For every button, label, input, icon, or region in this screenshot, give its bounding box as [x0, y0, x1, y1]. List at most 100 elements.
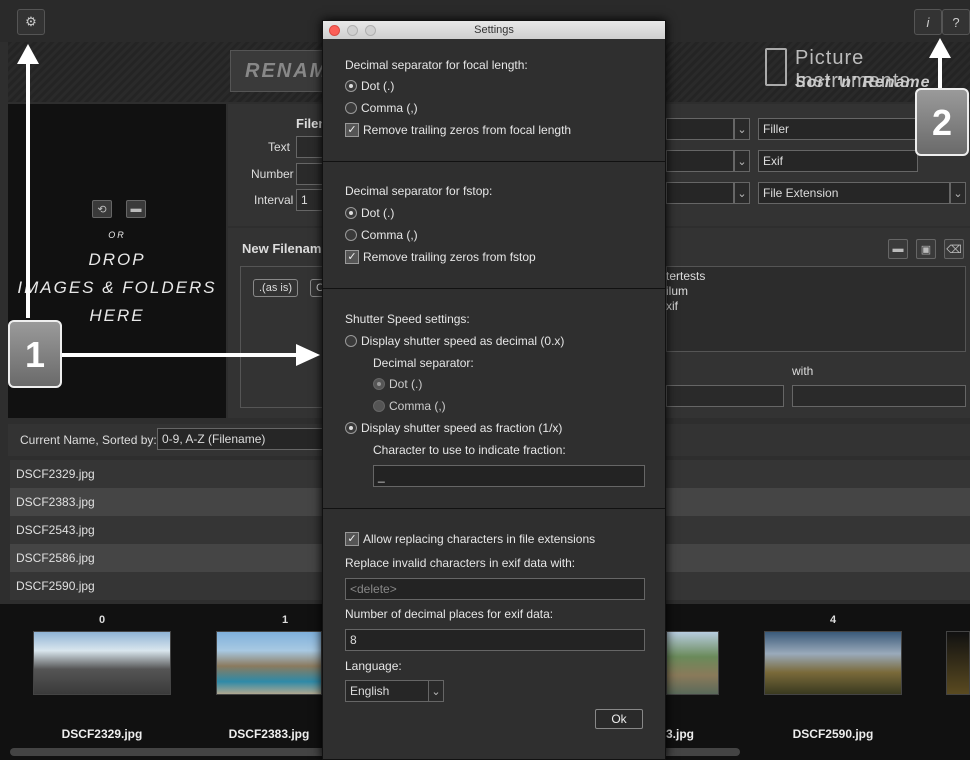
- focal-heading: Decimal separator for focal length:: [345, 58, 528, 72]
- thumbnail-image[interactable]: [764, 631, 902, 695]
- fstop-comma-option[interactable]: Comma (,): [345, 228, 418, 242]
- callout-1: 1: [8, 320, 62, 388]
- arrowhead-up-icon: [17, 44, 39, 64]
- thumb-filename: DSCF2383.jpg: [228, 727, 310, 741]
- decimals-label: Number of decimal places for exif data:: [345, 607, 554, 621]
- refresh-icon[interactable]: ⟲: [92, 200, 112, 218]
- save-icon[interactable]: ▣: [916, 239, 936, 259]
- logo-subtitle: Sort 'n' Rename: [795, 74, 931, 91]
- fstop-dot-option[interactable]: Dot (.): [345, 206, 394, 220]
- combo-file-extension[interactable]: File Extension: [758, 182, 950, 204]
- thumb-filename: DSCF2329.jpg: [61, 727, 143, 741]
- with-label: with: [792, 364, 814, 378]
- replace-label: Replace invalid characters in exif data …: [345, 556, 576, 570]
- radio-icon[interactable]: [373, 400, 385, 412]
- chevron-down-icon[interactable]: ⌄: [734, 182, 750, 204]
- text-label: Text: [268, 140, 291, 154]
- radio-icon[interactable]: [345, 229, 357, 241]
- settings-dialog: Settings Decimal separator for focal len…: [322, 20, 666, 760]
- callout-2: 2: [915, 88, 969, 156]
- minimize-icon[interactable]: [347, 25, 358, 36]
- zoom-icon[interactable]: [365, 25, 376, 36]
- preview-line: tertests: [666, 269, 706, 283]
- thumb-filename: 3.jpg: [666, 727, 695, 741]
- thumb-filename: DSCF2590.jpg: [792, 727, 874, 741]
- divider: [323, 161, 665, 162]
- combo-1[interactable]: [666, 118, 734, 140]
- shutter-fraction-option[interactable]: Display shutter speed as fraction (1/x): [345, 421, 562, 435]
- thumbnail-image[interactable]: [216, 631, 322, 695]
- checkmark-icon[interactable]: ✓: [345, 123, 359, 137]
- combo-3[interactable]: [666, 182, 734, 204]
- combo-filler[interactable]: Filler: [758, 118, 918, 140]
- fstop-trim-checkbox[interactable]: ✓ Remove trailing zeros from fstop: [345, 250, 536, 264]
- folder-icon[interactable]: ▬: [126, 200, 146, 218]
- preview-line: xif: [666, 299, 678, 313]
- token-as-is[interactable]: .(as is): [253, 279, 298, 297]
- shutter-dot-label: Dot (.): [389, 377, 423, 391]
- focal-trim-label: Remove trailing zeros from focal length: [363, 123, 572, 137]
- radio-icon[interactable]: [345, 102, 357, 114]
- focal-comma-option[interactable]: Comma (,): [345, 101, 418, 115]
- checkmark-icon[interactable]: ✓: [345, 532, 359, 546]
- shutter-decimal-option[interactable]: Display shutter speed as decimal (0.x): [345, 334, 564, 348]
- language-label: Language:: [345, 659, 402, 673]
- shutter-heading: Shutter Speed settings:: [345, 312, 470, 326]
- dialog-title: Settings: [474, 24, 514, 36]
- drop-or: OR: [108, 230, 126, 240]
- chevron-down-icon[interactable]: ⌄: [428, 680, 444, 702]
- shutter-comma-option[interactable]: Comma (,): [373, 399, 446, 413]
- radio-icon[interactable]: [345, 422, 357, 434]
- rename-tab[interactable]: RENAME: [230, 50, 342, 92]
- ok-button[interactable]: Ok: [595, 709, 643, 729]
- focal-dot-label: Dot (.): [361, 79, 395, 93]
- radio-icon[interactable]: [345, 80, 357, 92]
- radio-icon[interactable]: [345, 335, 357, 347]
- preview-line: ilum: [666, 284, 689, 298]
- close-icon[interactable]: [329, 25, 340, 36]
- combo-2[interactable]: [666, 150, 734, 172]
- settings-button[interactable]: ⚙: [17, 9, 45, 35]
- thumbnail-image[interactable]: [666, 631, 719, 695]
- arrowhead-right-icon: [296, 344, 320, 366]
- delete-icon[interactable]: ⌫: [944, 239, 964, 259]
- shutter-decimal-label: Display shutter speed as decimal (0.x): [361, 334, 565, 348]
- drop-line2: IMAGES & FOLDERS: [17, 278, 217, 297]
- replace-input[interactable]: <delete>: [345, 578, 645, 600]
- chevron-down-icon[interactable]: ⌄: [734, 118, 750, 140]
- thumbnail-image[interactable]: [33, 631, 171, 695]
- open-folder-icon[interactable]: ▬: [888, 239, 908, 259]
- preview-box: [666, 266, 966, 352]
- fraction-char-label: Character to use to indicate fraction:: [373, 443, 566, 457]
- interval-label: Interval: [254, 193, 294, 207]
- annotation-arrow-up-2: [938, 52, 942, 92]
- focal-trim-checkbox[interactable]: ✓ Remove trailing zeros from focal length: [345, 123, 571, 137]
- fstop-dot-label: Dot (.): [361, 206, 395, 220]
- checkmark-icon[interactable]: ✓: [345, 250, 359, 264]
- sort-select[interactable]: 0-9, A-Z (Filename): [157, 428, 325, 450]
- help-button[interactable]: ?: [942, 9, 970, 35]
- search-field[interactable]: [666, 385, 784, 407]
- shutter-dot-option[interactable]: Dot (.): [373, 377, 422, 391]
- focal-dot-option[interactable]: Dot (.): [345, 79, 394, 93]
- thumbnail-image[interactable]: [946, 631, 970, 695]
- decimals-input[interactable]: 8: [345, 629, 645, 651]
- info-button[interactable]: i: [914, 9, 942, 35]
- combo-exif[interactable]: Exif: [758, 150, 918, 172]
- fraction-char-input[interactable]: _: [373, 465, 645, 487]
- new-filename-header: New Filenam: [242, 241, 322, 256]
- chevron-down-icon[interactable]: ⌄: [734, 150, 750, 172]
- divider: [323, 288, 665, 289]
- replace-field[interactable]: [792, 385, 966, 407]
- chevron-down-icon[interactable]: ⌄: [950, 182, 966, 204]
- allow-ext-checkbox[interactable]: ✓ Allow replacing characters in file exte…: [345, 532, 595, 546]
- language-select[interactable]: English: [345, 680, 429, 702]
- decimal-separator-label: Decimal separator:: [373, 356, 474, 370]
- radio-icon[interactable]: [345, 207, 357, 219]
- radio-icon[interactable]: [373, 378, 385, 390]
- allow-ext-label: Allow replacing characters in file exten…: [363, 532, 596, 546]
- logo-icon: [765, 48, 787, 86]
- number-label: Number: [251, 167, 294, 181]
- focal-comma-label: Comma (,): [361, 101, 418, 115]
- divider: [323, 508, 665, 509]
